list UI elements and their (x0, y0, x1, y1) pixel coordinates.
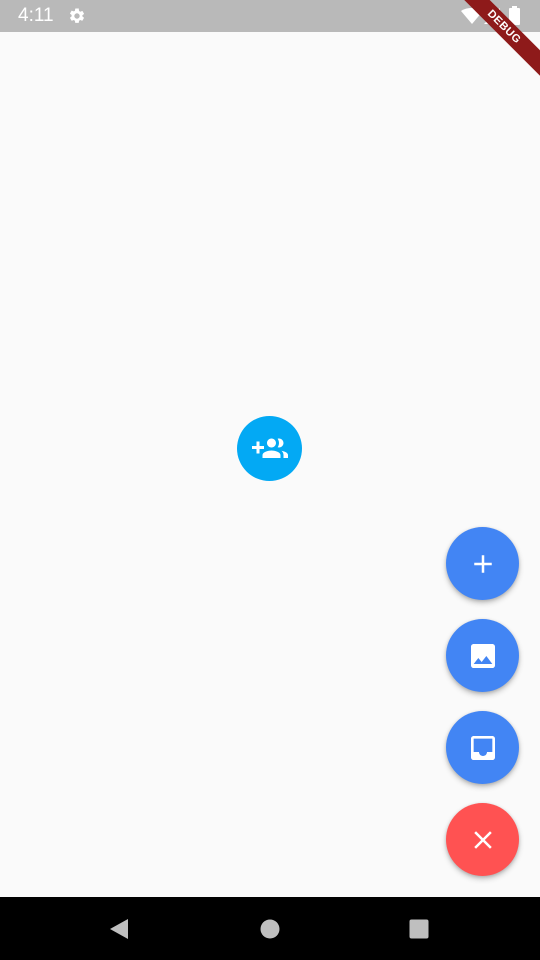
image-fab-button[interactable] (446, 619, 519, 692)
navigation-bar (0, 897, 540, 960)
add-icon (473, 554, 492, 573)
close-icon (473, 830, 492, 849)
inbox-fab-button[interactable] (446, 711, 519, 784)
recents-icon[interactable] (409, 919, 429, 939)
screen: 4:11 DEBUG (0, 0, 540, 960)
group-add-icon (251, 438, 288, 458)
inbox-icon (470, 735, 495, 760)
gear-icon (69, 8, 85, 23)
status-bar: 4:11 (0, 0, 540, 32)
status-time: 4:11 (18, 5, 54, 26)
back-icon[interactable] (108, 918, 130, 940)
home-icon[interactable] (260, 919, 280, 939)
group-add-button[interactable] (237, 416, 302, 481)
close-fab-button[interactable] (446, 803, 519, 876)
image-icon (470, 643, 495, 668)
add-fab-button[interactable] (446, 527, 519, 600)
